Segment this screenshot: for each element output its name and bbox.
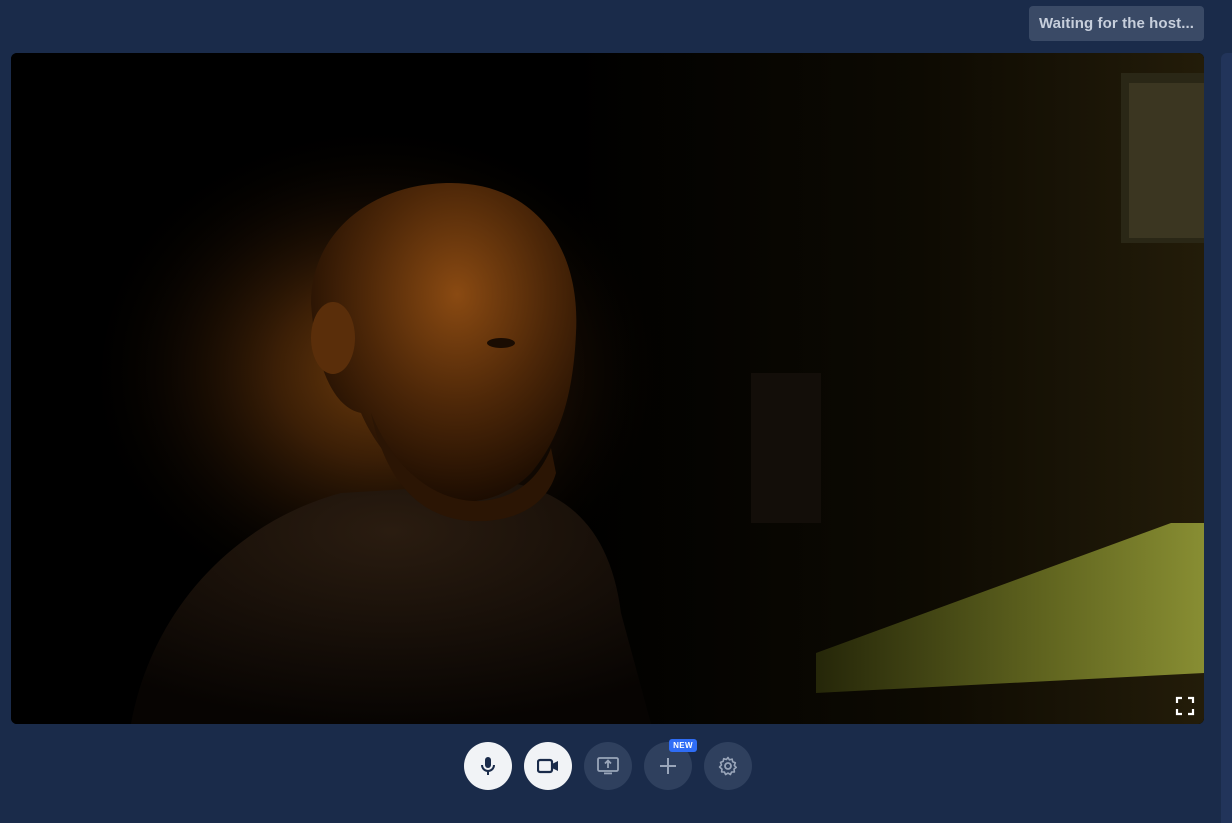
meeting-app: Waiting for the host... NEW (0, 0, 1232, 823)
settings-button[interactable] (704, 742, 752, 790)
self-video-tile (11, 53, 1204, 724)
screen-share-icon (597, 757, 619, 775)
plus-icon (660, 758, 676, 774)
video-camera-icon (537, 758, 558, 774)
camera-button[interactable] (524, 742, 572, 790)
gear-icon (718, 756, 737, 776)
fullscreen-button[interactable] (1175, 696, 1195, 716)
microphone-icon (481, 757, 495, 775)
call-controls: NEW (464, 739, 752, 790)
waiting-status-text: Waiting for the host... (1038, 15, 1195, 32)
side-panel-edge (1221, 53, 1232, 823)
microphone-button[interactable] (464, 742, 512, 790)
add-feature-button[interactable]: NEW (644, 739, 697, 790)
fullscreen-icon (1175, 696, 1195, 716)
camera-feed (11, 53, 1204, 724)
share-screen-button[interactable] (584, 742, 632, 790)
waiting-status-badge: Waiting for the host... (1029, 6, 1204, 41)
new-badge: NEW (669, 739, 697, 752)
